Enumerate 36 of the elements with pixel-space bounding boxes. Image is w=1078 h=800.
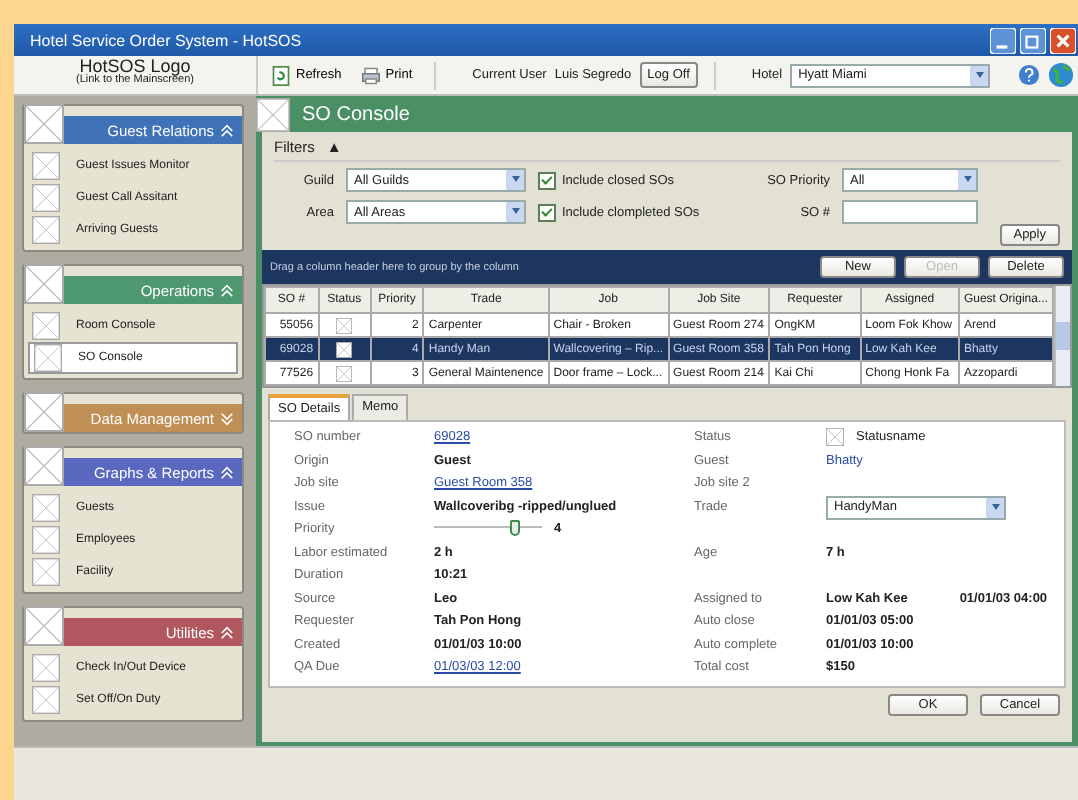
scrollbar[interactable] (1054, 286, 1070, 386)
image-placeholder-icon (24, 392, 64, 432)
help-icon[interactable] (1018, 64, 1041, 86)
image-placeholder-icon (24, 264, 64, 304)
printer-icon (361, 65, 380, 85)
priority-slider[interactable] (434, 520, 542, 539)
collapse-icon[interactable] (220, 465, 234, 479)
image-placeholder-icon (32, 654, 60, 682)
image-placeholder-icon (32, 494, 60, 522)
image-placeholder-icon (24, 446, 64, 486)
minimize-icon[interactable] (990, 27, 1016, 53)
image-placeholder-icon (32, 558, 60, 586)
console-title: SO Console (302, 103, 410, 125)
collapse-icon[interactable] (220, 123, 234, 137)
so-number-field[interactable] (842, 200, 978, 224)
image-placeholder-icon (34, 344, 62, 372)
collapse-icon[interactable] (220, 283, 234, 297)
image-placeholder-icon (32, 216, 60, 244)
status-icon (336, 341, 353, 357)
globe-icon[interactable] (1048, 62, 1075, 88)
expand-icon[interactable] (220, 411, 234, 425)
refresh-icon (272, 65, 290, 85)
status-icon (336, 317, 353, 333)
status-icon (826, 428, 844, 447)
image-placeholder-icon (24, 606, 64, 646)
collapse-icon[interactable] (220, 625, 234, 639)
image-placeholder-icon (32, 686, 60, 714)
window-title: Hotel Service Order System - HotSOS (30, 31, 302, 49)
close-icon[interactable] (1050, 27, 1076, 53)
image-placeholder-icon (24, 104, 64, 144)
image-placeholder-icon (32, 526, 60, 554)
image-placeholder-icon (32, 184, 60, 212)
image-placeholder-icon (32, 152, 60, 180)
restore-icon[interactable] (1020, 27, 1046, 53)
image-placeholder-icon (32, 312, 60, 340)
status-icon (336, 365, 353, 381)
